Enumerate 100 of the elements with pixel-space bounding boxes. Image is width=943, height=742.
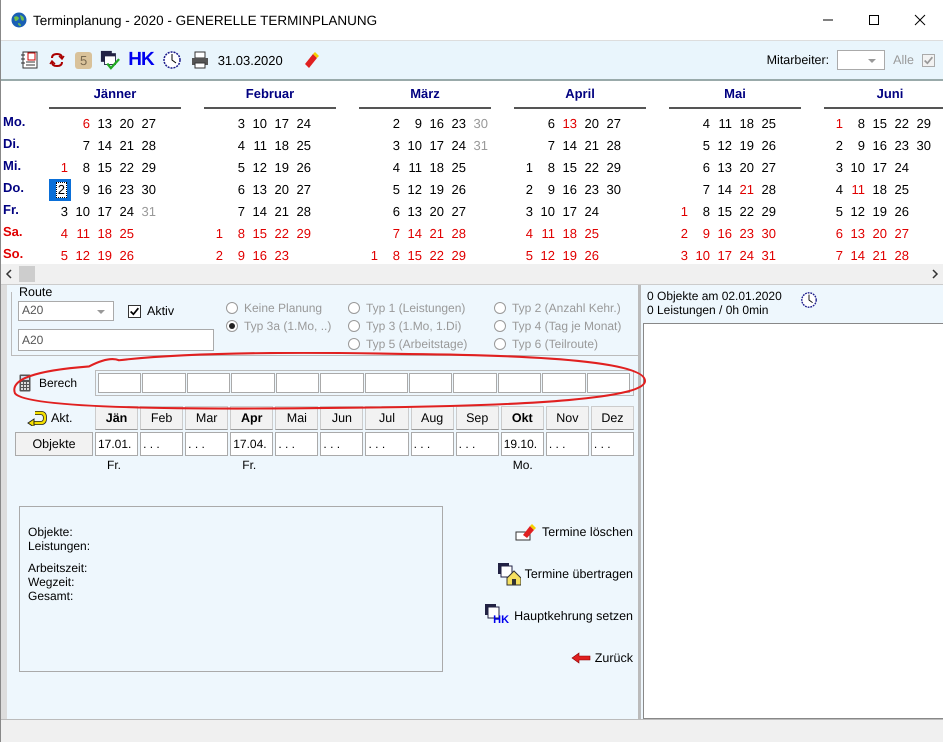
- calendar-day[interactable]: 12: [248, 157, 270, 179]
- calendar-day[interactable]: 23: [115, 179, 137, 201]
- calendar-day[interactable]: 5: [514, 245, 536, 264]
- month-button[interactable]: Apr: [230, 406, 274, 430]
- calendar-day[interactable]: 5: [226, 157, 248, 179]
- calendar-day[interactable]: 26: [115, 245, 137, 264]
- calendar-day[interactable]: 30: [137, 179, 159, 201]
- calendar-day[interactable]: 23: [580, 179, 602, 201]
- month-button[interactable]: Dez: [590, 406, 634, 430]
- calendar-day[interactable]: 27: [890, 223, 912, 245]
- calendar-day[interactable]: 27: [447, 201, 469, 223]
- date-field[interactable]: . . .: [546, 432, 589, 456]
- calendar-day[interactable]: 2: [49, 179, 71, 201]
- calendar-day[interactable]: 22: [580, 157, 602, 179]
- calendar-day[interactable]: 4: [381, 157, 403, 179]
- calendar-day[interactable]: 15: [93, 157, 115, 179]
- calendar-day[interactable]: 11: [71, 223, 93, 245]
- calendar-day[interactable]: 28: [890, 245, 912, 264]
- calendar-day[interactable]: 13: [846, 223, 868, 245]
- calendar-day[interactable]: 18: [735, 113, 757, 135]
- date-field[interactable]: . . .: [456, 432, 499, 456]
- calendar-day[interactable]: 17: [868, 157, 890, 179]
- route-name-field[interactable]: A20: [18, 329, 214, 351]
- calendar-day[interactable]: 16: [558, 179, 580, 201]
- calendar-day[interactable]: 20: [115, 113, 137, 135]
- date-field[interactable]: . . .: [185, 432, 228, 456]
- calendar-day[interactable]: 3: [824, 157, 846, 179]
- calendar-day[interactable]: 3: [226, 113, 248, 135]
- calculation-field[interactable]: [498, 373, 542, 393]
- calendar-day[interactable]: 22: [270, 223, 292, 245]
- calendar-day[interactable]: 4: [514, 223, 536, 245]
- action-link[interactable]: HK Hauptkehrung setzen: [484, 604, 633, 628]
- date-field[interactable]: 19.10.: [500, 432, 544, 456]
- calendar-day[interactable]: 12: [536, 245, 558, 264]
- month-button[interactable]: Jun: [320, 406, 364, 430]
- calendar-day[interactable]: 19: [558, 245, 580, 264]
- calendar-day[interactable]: 29: [757, 201, 779, 223]
- calendar-day[interactable]: 25: [115, 223, 137, 245]
- calendar-day[interactable]: 25: [580, 223, 602, 245]
- calendar-day[interactable]: 10: [691, 245, 713, 264]
- calendar-day[interactable]: 17: [425, 135, 447, 157]
- calendar-day[interactable]: 18: [93, 223, 115, 245]
- calendar-day[interactable]: 23: [735, 223, 757, 245]
- refresh-icon[interactable]: [47, 50, 67, 70]
- calendar-day[interactable]: 18: [270, 135, 292, 157]
- calendar-day[interactable]: 15: [248, 223, 270, 245]
- calendar-day[interactable]: 11: [536, 223, 558, 245]
- calendar-day[interactable]: 11: [403, 157, 425, 179]
- calendar-day[interactable]: 19: [270, 157, 292, 179]
- month-button[interactable]: Mai: [275, 406, 318, 430]
- calendar-day[interactable]: 8: [846, 113, 868, 135]
- month-button[interactable]: Jul: [365, 406, 409, 430]
- calendar-day[interactable]: 28: [137, 135, 159, 157]
- calculation-field[interactable]: [276, 373, 320, 393]
- calendar-check-icon[interactable]: [100, 50, 120, 70]
- calculation-field[interactable]: [453, 373, 497, 393]
- scroll-left-icon[interactable]: [5, 269, 13, 279]
- calendar-day[interactable]: 14: [558, 135, 580, 157]
- calendar-day[interactable]: 27: [137, 113, 159, 135]
- calendar-day[interactable]: 20: [425, 201, 447, 223]
- calendar-day[interactable]: 15: [868, 113, 890, 135]
- calendar-day[interactable]: 13: [93, 113, 115, 135]
- calendar-day[interactable]: 26: [580, 245, 602, 264]
- calendar-day[interactable]: 4: [49, 223, 71, 245]
- calendar-day[interactable]: 10: [403, 135, 425, 157]
- calendar-day[interactable]: 6: [536, 113, 558, 135]
- printer-icon[interactable]: [190, 50, 210, 70]
- calendar-day[interactable]: 28: [602, 135, 624, 157]
- calendar-day[interactable]: 16: [868, 135, 890, 157]
- calendar-day[interactable]: 27: [602, 113, 624, 135]
- calculation-field[interactable]: [408, 373, 452, 393]
- calendar-day[interactable]: 13: [403, 201, 425, 223]
- calendar-day[interactable]: 31: [757, 245, 779, 264]
- month-button[interactable]: Okt: [500, 406, 544, 430]
- calendar-day[interactable]: 8: [71, 157, 93, 179]
- date-field[interactable]: . . .: [410, 432, 454, 456]
- calculation-field[interactable]: [586, 373, 630, 393]
- calculation-field[interactable]: [320, 373, 364, 393]
- calendar-day[interactable]: 6: [381, 201, 403, 223]
- calendar-day[interactable]: 24: [292, 113, 314, 135]
- calendar-day[interactable]: 9: [691, 223, 713, 245]
- calendar-day[interactable]: 25: [447, 157, 469, 179]
- calendar-day[interactable]: 9: [846, 135, 868, 157]
- calendar-day[interactable]: 17: [93, 201, 115, 223]
- calendar-day[interactable]: 4: [691, 113, 713, 135]
- calendar-day[interactable]: 7: [536, 135, 558, 157]
- month-button[interactable]: Nov: [546, 406, 589, 430]
- calendar-day[interactable]: 22: [735, 201, 757, 223]
- calendar-day[interactable]: 1: [204, 223, 226, 245]
- calendar-day[interactable]: 19: [735, 135, 757, 157]
- calendar-day[interactable]: 12: [403, 179, 425, 201]
- calendar-day[interactable]: 8: [536, 157, 558, 179]
- calendar-day[interactable]: 22: [425, 245, 447, 264]
- calendar-day[interactable]: 26: [757, 135, 779, 157]
- date-field[interactable]: 17.01.: [95, 432, 138, 456]
- hk-label[interactable]: HK: [128, 49, 154, 71]
- calendar-day[interactable]: 13: [248, 179, 270, 201]
- calendar-day[interactable]: 9: [226, 245, 248, 264]
- calendar-day[interactable]: 18: [558, 223, 580, 245]
- calendar-day[interactable]: 8: [226, 223, 248, 245]
